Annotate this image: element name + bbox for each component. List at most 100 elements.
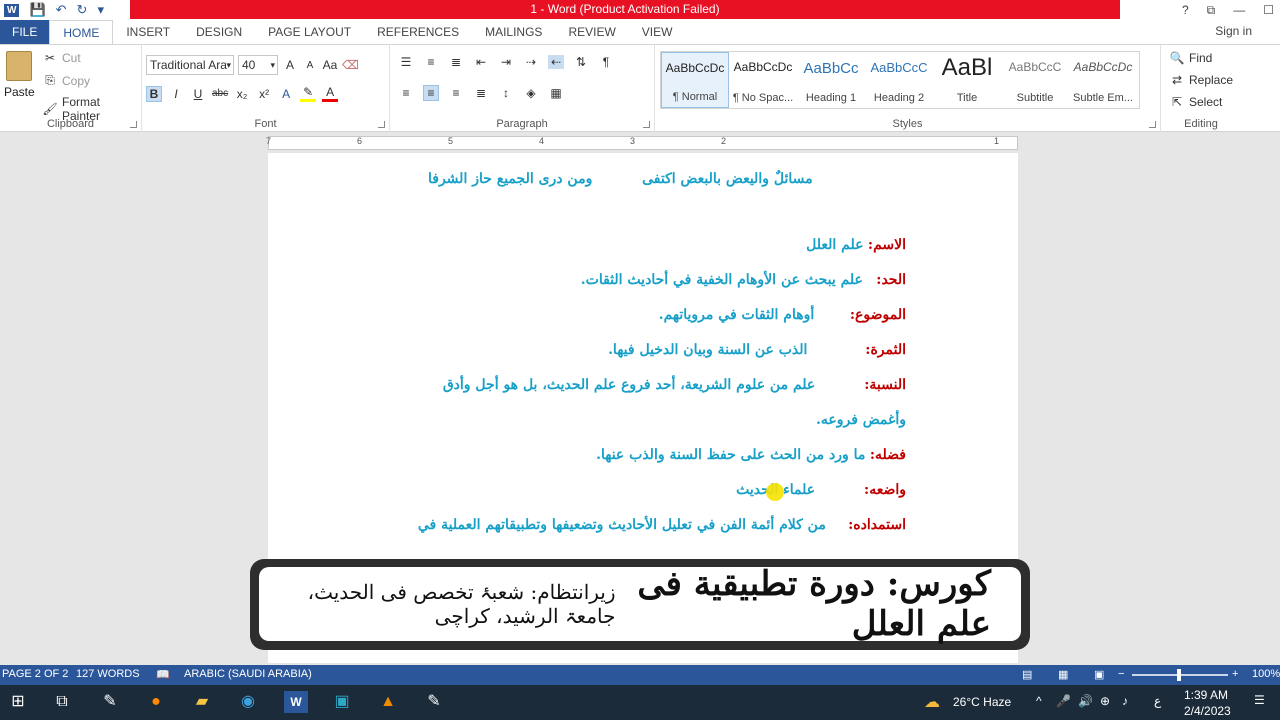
help-button[interactable]: ? [1182,3,1189,17]
tab-home[interactable]: HOME [49,20,114,44]
print-layout-icon[interactable]: ▦ [1058,668,1068,681]
tab-review[interactable]: REVIEW [555,20,628,44]
show-marks-button[interactable]: ¶ [598,55,614,69]
task-view-icon[interactable]: ⧉ [50,691,74,713]
notifications-icon[interactable]: ☰ [1254,693,1265,707]
paste-icon[interactable] [6,51,32,81]
change-case-button[interactable]: Aa [322,58,338,72]
numbering-icon[interactable]: ≡ [423,55,439,69]
select-button[interactable]: ⇱ Select [1169,95,1222,109]
speaker-icon[interactable]: 🔊 [1078,694,1093,708]
page-count[interactable]: PAGE 2 OF 2 [2,668,68,680]
borders-icon[interactable]: ▦ [548,86,564,100]
file-explorer-icon[interactable]: ▰ [190,691,214,713]
style-heading-2[interactable]: AaBbCcC Heading 2 [865,52,933,108]
recorder-icon[interactable]: ▣ [330,691,354,713]
strikethrough-button[interactable]: abc [212,88,228,99]
sign-in-link[interactable]: Sign in [1215,24,1252,38]
zoom-level[interactable]: 100% [1252,668,1280,680]
tab-file[interactable]: FILE [0,20,50,44]
paste-button[interactable]: Paste [4,85,35,99]
style-subtle-emphasis[interactable]: AaBbCcDc Subtle Em... [1069,52,1137,108]
justify-icon[interactable]: ≣ [473,86,489,100]
align-right-icon[interactable]: ≡ [448,86,464,100]
undo-icon[interactable]: ↶ [56,2,67,18]
tab-mailings[interactable]: MAILINGS [472,20,555,44]
language-indicator[interactable]: ARABIC (SAUDI ARABIA) [184,668,312,680]
show-hidden-icons-icon[interactable]: ^ [1036,694,1042,708]
style-normal[interactable]: AaBbCcDc ¶ Normal [661,52,729,108]
replace-button[interactable]: ⇄ Replace [1169,73,1233,87]
font-size-select[interactable]: 40 ▾ [238,55,278,75]
bold-button[interactable]: B [146,85,162,102]
clipboard-launcher-icon[interactable] [130,121,137,128]
vlc-icon[interactable]: ▲ [376,691,400,713]
subscript-button[interactable]: x₂ [234,87,250,101]
decrease-indent-icon[interactable]: ⇤ [473,55,489,69]
align-center-icon[interactable]: ≡ [423,85,439,101]
style-no-spacing[interactable]: AaBbCcDc ¶ No Spac... [729,52,797,108]
find-button[interactable]: 🔍 Find [1169,51,1213,65]
zoom-slider-thumb[interactable] [1177,669,1181,681]
redo-icon[interactable]: ↻ [77,2,88,18]
shrink-font-button[interactable]: A [302,60,318,71]
word-app-icon[interactable]: W [4,3,20,17]
save-icon[interactable]: 💾 [29,2,45,18]
superscript-button[interactable]: x² [256,87,272,101]
firefox-icon[interactable]: ● [144,691,168,713]
italic-button[interactable]: I [168,87,184,101]
volume-icon[interactable]: ♪ [1122,694,1128,708]
grow-font-button[interactable]: A [282,58,298,72]
multilevel-list-icon[interactable]: ≣ [448,55,464,69]
increase-indent-icon[interactable]: ⇥ [498,55,514,69]
tab-page-layout[interactable]: PAGE LAYOUT [255,20,364,44]
font-launcher-icon[interactable] [378,121,385,128]
customize-qat-icon[interactable]: ▾ [97,2,104,18]
input-language[interactable]: ع [1154,694,1161,708]
zoom-in-icon[interactable]: + [1232,668,1238,680]
highlight-icon[interactable]: ✎ [300,85,317,102]
style-heading-1[interactable]: AaBbCc Heading 1 [797,52,865,108]
font-color-icon[interactable]: A [322,85,339,102]
style-subtitle[interactable]: AaBbCcC Subtitle [1001,52,1069,108]
app-icon[interactable]: ✎ [98,691,122,713]
weather-icon[interactable]: ☁ [924,692,940,712]
tab-insert[interactable]: INSERT [113,20,183,44]
align-left-icon[interactable]: ≡ [398,86,414,100]
proofing-icon[interactable]: 📖 [156,668,170,681]
tab-references[interactable]: REFERENCES [364,20,472,44]
font-name-select[interactable]: Traditional Ara ▾ [146,55,234,75]
copy-button[interactable]: ⎘ Copy [42,73,90,88]
maximize-button[interactable]: ☐ [1263,3,1274,17]
bullets-icon[interactable]: ☰ [398,55,414,69]
tab-design[interactable]: DESIGN [183,20,255,44]
clock-date[interactable]: 2/4/2023 [1184,704,1231,718]
line-spacing-icon[interactable]: ↕ [498,86,514,100]
horizontal-ruler[interactable]: 7 6 5 4 3 2 1 [0,133,1280,153]
sort-icon[interactable]: ⇅ [573,55,589,69]
ribbon-display-options-button[interactable]: ⧉ [1207,3,1216,18]
cut-button[interactable]: ✂ Cut [42,51,81,65]
underline-button[interactable]: U [190,87,206,101]
network-icon[interactable]: ⊕ [1100,694,1110,708]
ruler-bar[interactable] [268,136,1018,150]
styles-launcher-icon[interactable] [1149,121,1156,128]
text-effects-icon[interactable]: A [278,87,294,101]
ltr-icon[interactable]: ⇢ [523,55,539,69]
read-mode-icon[interactable]: ▤ [1022,668,1032,681]
paragraph-launcher-icon[interactable] [643,121,650,128]
clock-time[interactable]: 1:39 AM [1184,688,1228,702]
app-icon[interactable]: ✎ [422,691,446,713]
style-title[interactable]: AaBl Title [933,52,1001,108]
tab-view[interactable]: VIEW [629,20,686,44]
word-taskbar-icon[interactable]: W [284,691,308,713]
minimize-button[interactable]: — [1233,3,1245,17]
edge-icon[interactable]: ◉ [236,691,260,713]
shading-icon[interactable]: ◈ [523,86,539,100]
microphone-icon[interactable]: 🎤 [1056,694,1071,708]
rtl-icon[interactable]: ⇠ [548,55,564,69]
web-layout-icon[interactable]: ▣ [1094,668,1104,681]
windows-start-icon[interactable]: ⊞ [6,691,30,713]
clear-formatting-icon[interactable]: ⌫ [342,58,359,72]
weather-text[interactable]: 26°C Haze [953,695,1011,709]
